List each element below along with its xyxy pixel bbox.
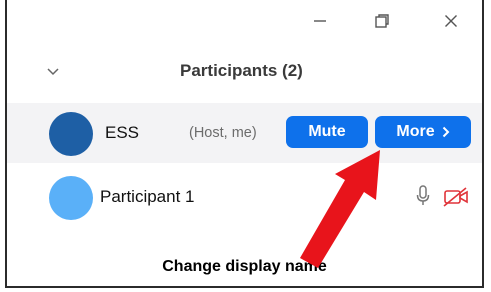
collapse-button[interactable] xyxy=(43,62,63,82)
minimize-icon xyxy=(314,20,326,22)
avatar xyxy=(49,176,93,220)
avatar xyxy=(49,112,93,156)
participant-name: ESS xyxy=(105,123,140,142)
title-bar xyxy=(7,0,482,40)
participant-role: (Host, me) xyxy=(189,125,257,141)
participant-row-host[interactable]: ESS (Host, me) Mute More xyxy=(7,103,482,163)
microphone-icon[interactable] xyxy=(415,184,431,208)
participant-name: Participant 1 xyxy=(100,187,195,206)
close-button[interactable] xyxy=(433,8,469,34)
annotation-caption: Change display name xyxy=(162,258,327,275)
restore-icon xyxy=(375,14,389,28)
participant-row[interactable]: Participant 1 xyxy=(7,170,482,222)
mute-button-label: Mute xyxy=(308,123,346,140)
more-button[interactable]: More xyxy=(375,116,471,148)
chevron-right-icon xyxy=(442,126,450,138)
minimize-button[interactable] xyxy=(302,8,338,34)
video-off-icon[interactable] xyxy=(443,187,469,207)
chevron-down-icon xyxy=(47,68,59,76)
panel-title: Participants (2) xyxy=(180,61,303,80)
more-button-label: More xyxy=(396,123,435,140)
restore-button[interactable] xyxy=(364,8,400,34)
close-icon xyxy=(445,15,457,27)
participants-window: Participants (2) ESS (Host, me) Mute Mor… xyxy=(5,0,484,288)
mute-button[interactable]: Mute xyxy=(286,116,368,148)
panel-header: Participants (2) xyxy=(7,48,482,94)
